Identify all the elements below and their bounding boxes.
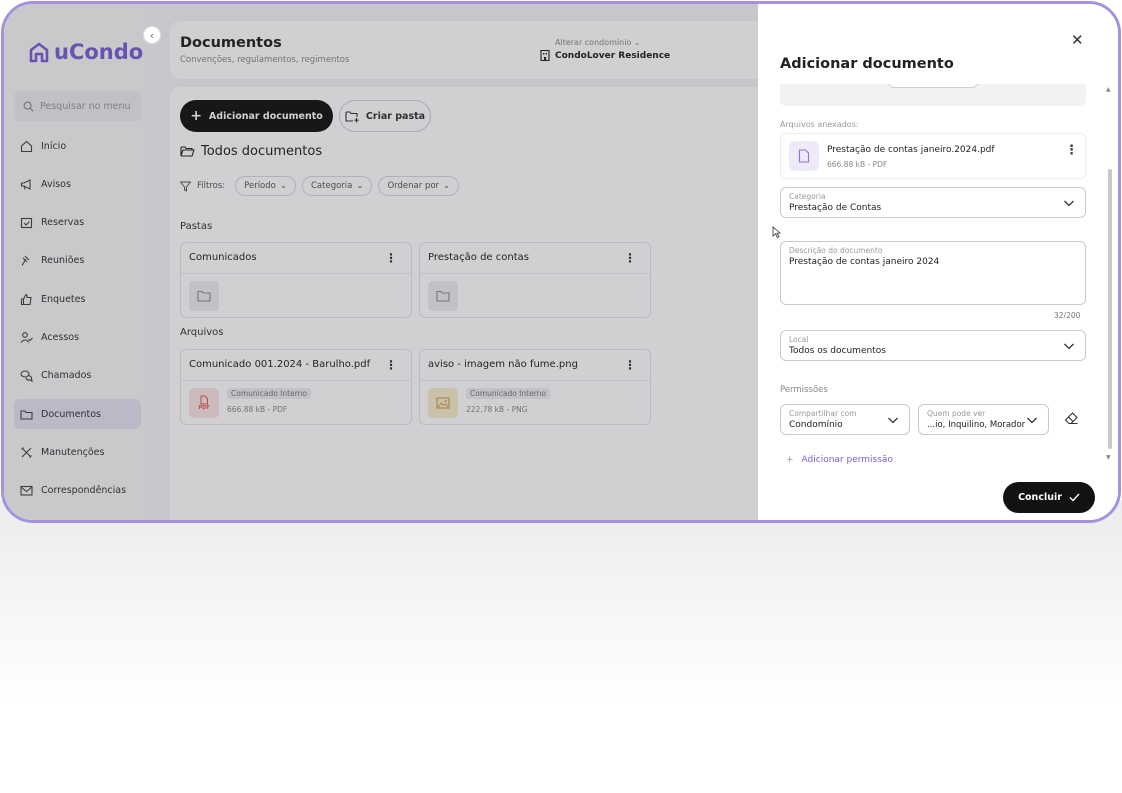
collapse-sidebar-button[interactable]: ‹ xyxy=(143,26,161,44)
modal-overlay[interactable] xyxy=(4,4,758,520)
category-label: Categoria xyxy=(789,192,826,201)
who-can-see-label: Quem pode ver xyxy=(927,409,986,418)
description-value: Prestação de contas janeiro 2024 xyxy=(789,257,940,267)
more-vertical-icon[interactable]: ⋮ xyxy=(1065,144,1078,157)
panel-title: Adicionar documento xyxy=(780,56,954,72)
conclude-label: Concluir xyxy=(1018,492,1062,503)
upload-button[interactable] xyxy=(888,84,978,88)
chevron-down-icon xyxy=(1064,200,1074,207)
close-icon[interactable]: ✕ xyxy=(1071,31,1084,49)
add-permission-button[interactable]: + Adicionar permissão xyxy=(786,455,893,464)
eraser-icon[interactable] xyxy=(1064,411,1079,425)
category-value: Prestação de Contas xyxy=(789,203,882,213)
chevron-down-icon xyxy=(888,417,898,424)
category-select[interactable]: Categoria Prestação de Contas xyxy=(780,187,1086,218)
add-document-panel: Adicionar documento ✕ Arquivos anexados:… xyxy=(758,4,1118,520)
chevron-left-icon: ‹ xyxy=(149,28,155,42)
panel-scroll-area[interactable]: Arquivos anexados: Prestação de contas j… xyxy=(758,84,1118,464)
share-with-value: Condomínio xyxy=(789,420,843,430)
attached-file-meta: 666.88 kB - PDF xyxy=(827,160,888,169)
attached-files-label: Arquivos anexados: xyxy=(780,120,859,129)
add-permission-label: Adicionar permissão xyxy=(801,455,893,464)
description-label: Descrição do documento xyxy=(789,246,883,255)
background-fade xyxy=(0,500,1122,793)
location-label: Local xyxy=(789,335,809,344)
share-with-select[interactable]: Compartilhar com Condomínio xyxy=(780,404,910,435)
scroll-up-arrow[interactable]: ▲ xyxy=(1106,86,1111,93)
who-can-see-select[interactable]: Quem pode ver ...io, Inquilino, Morador xyxy=(918,404,1049,435)
conclude-button[interactable]: Concluir xyxy=(1003,482,1095,513)
location-select[interactable]: Local Todos os documentos xyxy=(780,330,1086,361)
chevron-down-icon xyxy=(1064,343,1074,350)
attached-file: Prestação de contas janeiro.2024.pdf 666… xyxy=(780,133,1086,179)
location-value: Todos os documentos xyxy=(789,346,886,356)
chevron-down-icon xyxy=(1027,417,1037,424)
scroll-down-arrow[interactable]: ▼ xyxy=(1106,454,1111,461)
description-counter: 32/200 xyxy=(1054,311,1081,320)
scrollbar[interactable] xyxy=(1108,169,1112,449)
document-icon xyxy=(789,141,819,171)
description-textarea[interactable]: Descrição do documento Prestação de cont… xyxy=(780,241,1086,305)
check-icon xyxy=(1069,493,1080,502)
mouse-cursor-icon xyxy=(772,226,781,238)
share-with-label: Compartilhar com xyxy=(789,409,857,418)
upload-dropzone[interactable] xyxy=(780,84,1086,106)
permissions-label: Permissões xyxy=(780,385,828,395)
who-can-see-value: ...io, Inquilino, Morador xyxy=(927,420,1026,430)
app-window: uCondo Pesquisar no menu Início Avisos R… xyxy=(1,1,1121,523)
plus-icon: + xyxy=(786,455,794,464)
attached-file-name: Prestação de contas janeiro.2024.pdf xyxy=(827,145,995,155)
